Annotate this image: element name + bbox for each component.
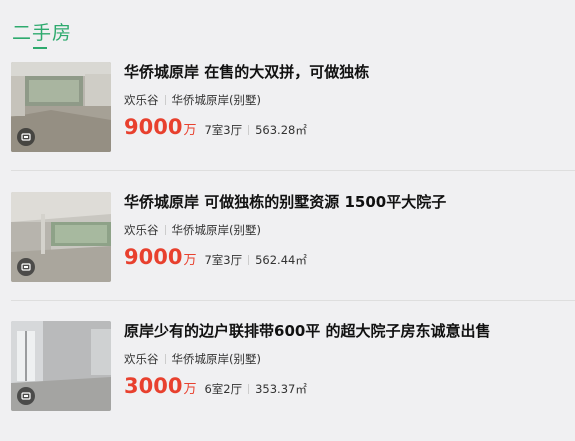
- listing-price-row: 3000万 6室2厅 353.37㎡: [124, 373, 564, 403]
- separator: [248, 125, 250, 135]
- separator: [164, 225, 166, 235]
- listing-layout: 7室3厅: [204, 123, 243, 137]
- listing-photo[interactable]: [11, 192, 111, 282]
- listing-district[interactable]: 欢乐谷: [124, 352, 159, 366]
- listing-title[interactable]: 华侨城原岸 在售的大双拼，可做独栋: [124, 62, 564, 82]
- listing-community[interactable]: 华侨城原岸(别墅): [172, 93, 261, 107]
- listing-community[interactable]: 华侨城原岸(别墅): [172, 223, 261, 237]
- listing-location: 欢乐谷 华侨城原岸(别墅): [124, 92, 564, 108]
- listing-card[interactable]: 原岸少有的边户联排带600平 的超大院子房东诚意出售 欢乐谷 华侨城原岸(别墅) …: [0, 321, 575, 421]
- listing-price-row: 9000万 7室3厅 562.44㎡: [124, 244, 564, 274]
- listing-district[interactable]: 欢乐谷: [124, 93, 159, 107]
- listing-price-unit: 万: [183, 123, 197, 138]
- listing-price-unit: 万: [183, 253, 197, 268]
- listing-location: 欢乐谷 华侨城原岸(别墅): [124, 351, 564, 367]
- listing-district[interactable]: 欢乐谷: [124, 223, 159, 237]
- listing-card[interactable]: 华侨城原岸 在售的大双拼，可做独栋 欢乐谷 华侨城原岸(别墅) 9000万 7室3厅…: [0, 62, 575, 162]
- divider: [11, 300, 575, 301]
- section-title-underline: [33, 47, 47, 49]
- listing-area: 353.37㎡: [255, 382, 307, 396]
- separator: [248, 255, 250, 265]
- listing-title[interactable]: 华侨城原岸 可做独栋的别墅资源 1500平大院子: [124, 192, 564, 212]
- divider: [11, 170, 575, 171]
- listing-area: 563.28㎡: [255, 123, 307, 137]
- listing-photo[interactable]: [11, 62, 111, 152]
- listing-title[interactable]: 原岸少有的边户联排带600平 的超大院子房东诚意出售: [124, 321, 564, 341]
- listing-community[interactable]: 华侨城原岸(别墅): [172, 352, 261, 366]
- section-title: 二手房: [12, 22, 73, 44]
- video-icon: [17, 128, 35, 146]
- listing-price: 9000: [124, 115, 183, 139]
- video-icon: [17, 387, 35, 405]
- listing-card[interactable]: 华侨城原岸 可做独栋的别墅资源 1500平大院子 欢乐谷 华侨城原岸(别墅) 90…: [0, 192, 575, 292]
- listing-price: 9000: [124, 245, 183, 269]
- listing-layout: 7室3厅: [204, 253, 243, 267]
- listing-layout: 6室2厅: [204, 382, 243, 396]
- listing-price: 3000: [124, 374, 183, 398]
- separator: [164, 354, 166, 364]
- listing-photo[interactable]: [11, 321, 111, 411]
- separator: [164, 95, 166, 105]
- listing-price-unit: 万: [183, 382, 197, 397]
- separator: [248, 384, 250, 394]
- listing-area: 562.44㎡: [255, 253, 307, 267]
- listing-location: 欢乐谷 华侨城原岸(别墅): [124, 222, 564, 238]
- listing-price-row: 9000万 7室3厅 563.28㎡: [124, 114, 564, 144]
- video-icon: [17, 258, 35, 276]
